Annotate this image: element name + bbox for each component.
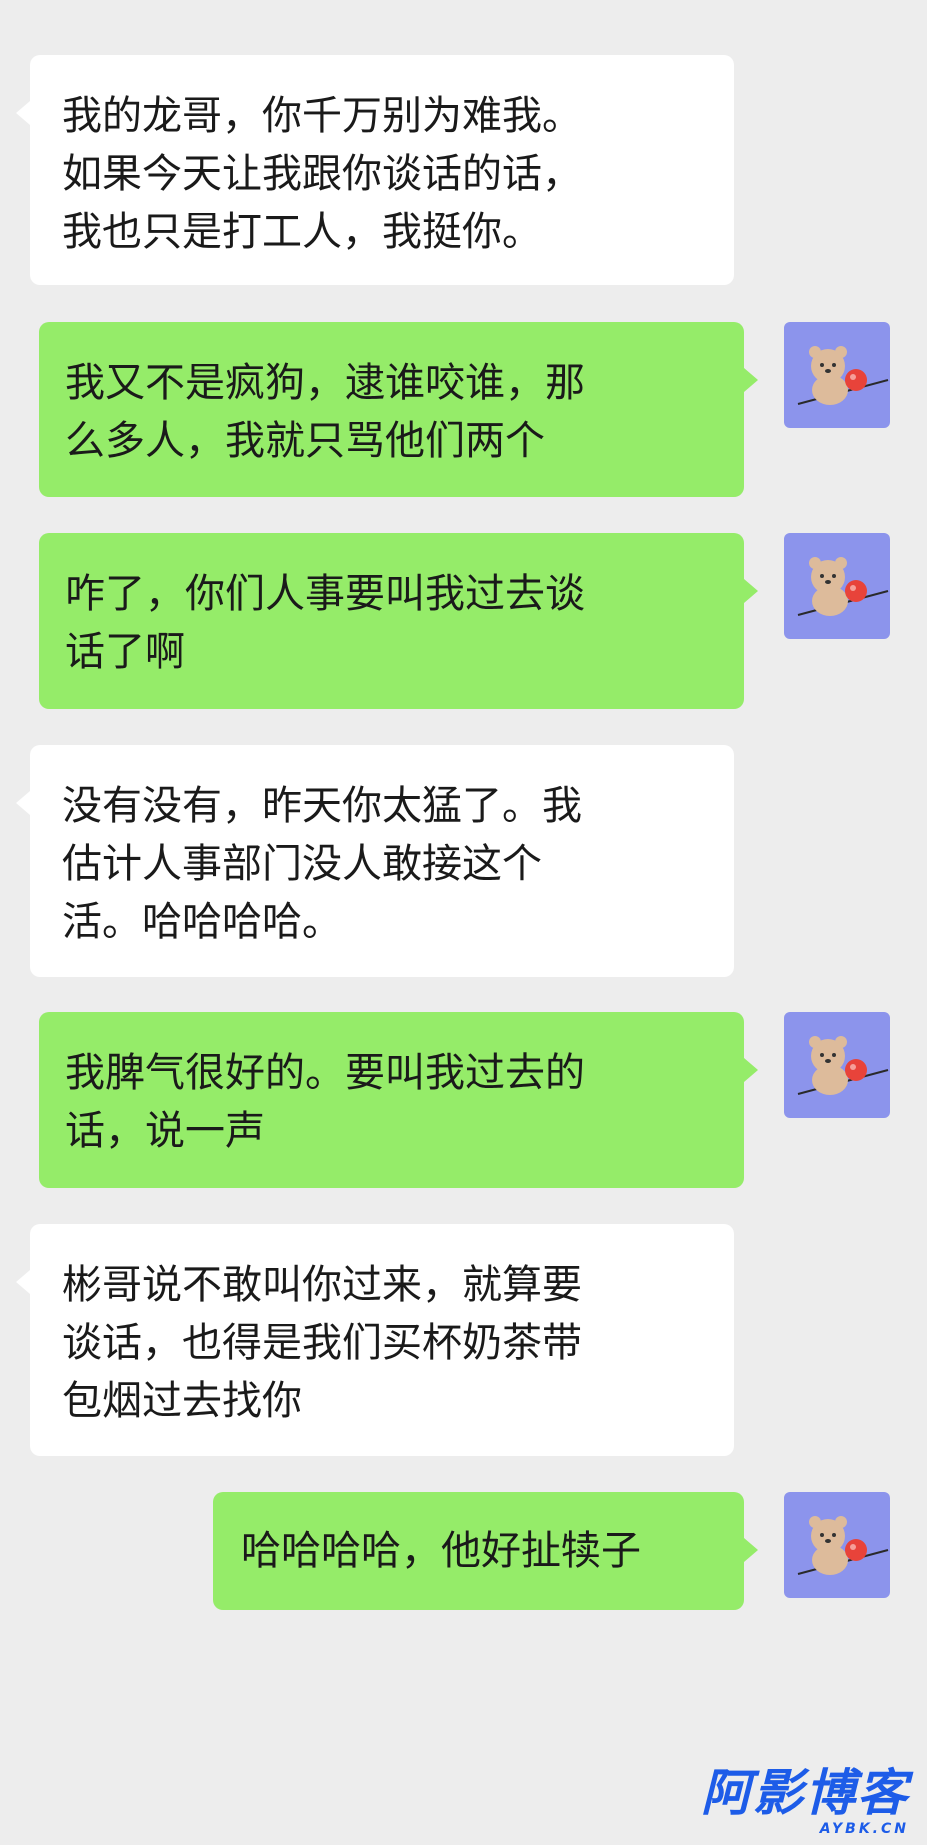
bear-sticker-avatar-icon [797, 557, 889, 616]
message-bubble-incoming[interactable]: 彬哥说不敢叫你过来，就算要 谈话，也得是我们买杯奶茶带 包烟过去找你 [16, 1224, 734, 1456]
watermark-title: 阿影博客 [701, 1764, 909, 1822]
message-bubble-outgoing[interactable]: 咋了，你们人事要叫我过去谈 话了啊 [39, 533, 758, 709]
message-bubble-outgoing[interactable]: 我脾气很好的。要叫我过去的 话，说一声 [39, 1012, 758, 1188]
watermark-logo: 阿影博客 AYBK.CN [701, 1765, 909, 1837]
user-avatar[interactable] [784, 1012, 890, 1118]
user-avatar[interactable] [784, 322, 890, 428]
message-bubble-incoming[interactable]: 我的龙哥，你千万别为难我。 如果今天让我跟你谈话的话， 我也只是打工人，我挺你。 [16, 55, 734, 285]
user-avatar[interactable] [784, 533, 890, 639]
message-bubble-outgoing[interactable]: 哈哈哈哈，他好扯犊子 [213, 1492, 758, 1610]
user-avatar[interactable] [784, 1492, 890, 1598]
message-bubble-incoming[interactable]: 没有没有，昨天你太猛了。我 估计人事部门没人敢接这个 活。哈哈哈哈。 [16, 745, 734, 977]
bear-sticker-avatar-icon [797, 1036, 889, 1095]
watermark-domain: AYBK.CN [819, 1821, 909, 1837]
message-bubble-outgoing[interactable]: 我又不是疯狗，逮谁咬谁，那 么多人，我就只骂他们两个 [39, 322, 758, 497]
bear-sticker-avatar-icon [797, 1516, 889, 1575]
bear-sticker-avatar-icon [797, 346, 889, 405]
